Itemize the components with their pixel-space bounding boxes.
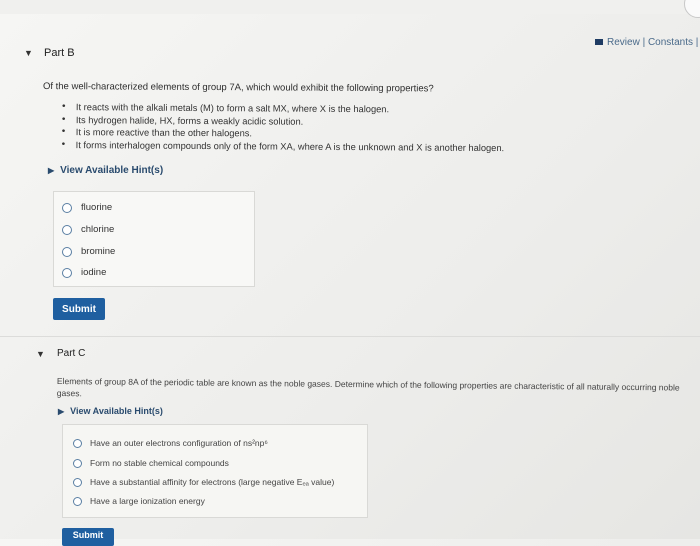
properties-list: It reacts with the alkali metals (M) to … xyxy=(58,101,505,154)
option-no-compounds[interactable]: Form no stable chemical compounds xyxy=(73,458,229,468)
expand-triangle-icon: ▶ xyxy=(48,166,55,175)
checkbox-icon[interactable] xyxy=(73,496,82,506)
radio-button[interactable] xyxy=(62,224,72,235)
review-link-text: Review | Constants | P xyxy=(607,37,700,48)
option-label: Have an outer electrons configuration of… xyxy=(90,438,268,448)
option-label: chlorine xyxy=(81,224,115,235)
option-label: Have a substantial affinity for electron… xyxy=(90,477,335,487)
part-c-question: Elements of group 8A of the periodic tab… xyxy=(57,375,697,406)
submit-button-c[interactable]: Submit xyxy=(62,528,114,546)
checkbox-icon[interactable] xyxy=(73,438,82,448)
hints-label: View Available Hint(s) xyxy=(70,406,163,416)
expand-triangle-icon: ▶ xyxy=(58,407,65,416)
option-chlorine[interactable]: chlorine xyxy=(62,224,114,235)
checkbox-icon[interactable] xyxy=(73,477,82,487)
top-bar xyxy=(0,0,700,14)
option-label: Have a large ionization energy xyxy=(90,496,205,506)
part-b-question: Of the well-characterized elements of gr… xyxy=(42,81,434,95)
hints-label: View Available Hint(s) xyxy=(60,165,164,176)
option-bromine[interactable]: bromine xyxy=(62,246,115,257)
view-hints-link-c[interactable]: ▶ View Available Hint(s) xyxy=(58,406,163,416)
radio-button[interactable] xyxy=(62,267,72,278)
option-ionization-energy[interactable]: Have a large ionization energy xyxy=(73,496,205,506)
property-item: It forms interhalogen compounds only of … xyxy=(58,138,505,154)
part-b-choices: fluorine chlorine bromine iodine xyxy=(53,191,255,287)
option-label: fluorine xyxy=(81,202,113,213)
submit-button-b[interactable]: Submit xyxy=(53,298,105,320)
view-hints-link-b[interactable]: ▶ View Available Hint(s) xyxy=(48,165,163,176)
option-electron-affinity[interactable]: Have a substantial affinity for electron… xyxy=(73,477,334,487)
section-divider xyxy=(0,336,700,337)
option-label: iodine xyxy=(81,267,107,278)
review-constants-link[interactable]: Review | Constants | P xyxy=(595,37,700,48)
option-fluorine[interactable]: fluorine xyxy=(62,202,112,213)
collapse-part-c-icon[interactable]: ▼ xyxy=(36,349,45,359)
part-c-question-line1: Elements of group 8A of the periodic tab… xyxy=(56,375,680,393)
part-b-title: Part B xyxy=(44,47,75,59)
nav-circle-button[interactable] xyxy=(684,0,700,18)
collapse-part-b-icon[interactable]: ▼ xyxy=(24,48,33,58)
option-configuration[interactable]: Have an outer electrons configuration of… xyxy=(73,438,268,448)
part-c-title: Part C xyxy=(57,348,86,359)
option-label: Form no stable chemical compounds xyxy=(90,458,229,468)
radio-button[interactable] xyxy=(62,246,72,257)
option-iodine[interactable]: iodine xyxy=(62,267,106,278)
checkbox-icon[interactable] xyxy=(73,458,82,468)
option-label: bromine xyxy=(81,246,116,257)
part-c-choices: Have an outer electrons configuration of… xyxy=(62,424,368,518)
part-c-question-line2: gases. xyxy=(56,387,82,399)
book-icon xyxy=(595,39,603,46)
radio-button[interactable] xyxy=(62,202,72,213)
